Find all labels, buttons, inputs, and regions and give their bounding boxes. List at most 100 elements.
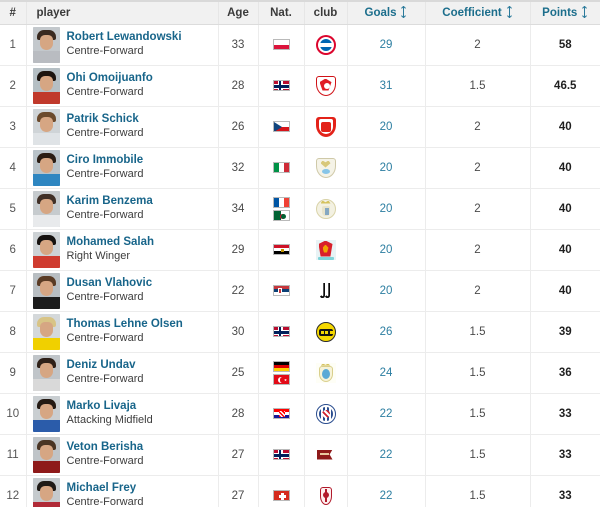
flag-icon — [272, 39, 290, 50]
player-photo — [32, 67, 60, 104]
player-name-link[interactable]: Patrik Schick — [67, 112, 144, 126]
cell-rank: 8 — [0, 311, 27, 353]
table-row[interactable]: 5 Karim Benzema Centre-Forward 34 20 2 40 — [0, 188, 600, 230]
table-row[interactable]: 10 Marko Livaja Attacking Midfield 28 22 1.5 3… — [0, 393, 600, 435]
table-row[interactable]: 6 Mohamed Salah Right Winger 29 20 2 40 — [0, 229, 600, 271]
cell-club[interactable] — [304, 65, 348, 107]
flag-icon — [272, 373, 290, 385]
player-name-link[interactable]: Thomas Lehne Olsen — [67, 317, 183, 331]
cell-nationality — [258, 434, 305, 476]
column-header-nationality: Nat. — [258, 0, 305, 25]
cell-points: 40 — [530, 229, 600, 271]
table-row[interactable]: 12 Michael Frey Centre-Forward 27 22 1.5 33 — [0, 475, 600, 507]
cell-points: 39 — [530, 311, 600, 353]
player-name-link[interactable]: Robert Lewandowski — [67, 30, 182, 44]
player-photo — [32, 395, 60, 432]
cell-goals[interactable]: 31 — [347, 65, 426, 107]
table-row[interactable]: 7 Dusan Vlahovic Centre-Forward 22 20 2 40 — [0, 270, 600, 312]
table-body: 1 Robert Lewandowski Centre-Forward 33 29 2 58… — [0, 24, 600, 507]
sort-updown-icon[interactable] — [506, 5, 513, 18]
sort-updown-icon[interactable] — [581, 5, 588, 18]
player-name-link[interactable]: Mohamed Salah — [67, 235, 155, 249]
cell-rank: 10 — [0, 393, 27, 435]
cell-goals[interactable]: 20 — [347, 147, 426, 189]
player-name-link[interactable]: Dusan Vlahovic — [67, 276, 153, 290]
player-photo — [32, 190, 60, 227]
cell-player: Deniz Undav Centre-Forward — [26, 352, 219, 394]
cell-club[interactable] — [304, 24, 348, 66]
cell-club[interactable] — [304, 270, 348, 312]
cell-club[interactable] — [304, 393, 348, 435]
cell-club[interactable] — [304, 147, 348, 189]
column-header-goals[interactable]: Goals — [347, 0, 426, 25]
player-position: Centre-Forward — [66, 167, 144, 180]
cell-club[interactable] — [304, 434, 348, 476]
player-name-link[interactable]: Deniz Undav — [67, 358, 144, 372]
cell-coefficient: 2 — [425, 24, 531, 66]
table-row[interactable]: 9 Deniz Undav Centre-Forward 25 24 1.5 36 — [0, 352, 600, 394]
cell-goals[interactable]: 24 — [347, 352, 426, 394]
cell-goals[interactable]: 26 — [347, 311, 426, 353]
player-name-link[interactable]: Veton Berisha — [67, 440, 144, 454]
cell-club[interactable] — [304, 475, 348, 507]
player-ranking-table-panel: # player Age Nat. club Goals Coefficient… — [0, 0, 600, 507]
player-photo — [32, 26, 60, 63]
cell-goals[interactable]: 20 — [347, 270, 426, 312]
flag-icon — [272, 121, 290, 132]
column-header-coefficient[interactable]: Coefficient — [425, 0, 531, 25]
cell-goals[interactable]: 29 — [347, 24, 426, 66]
cell-rank: 11 — [0, 434, 27, 476]
table-row[interactable]: 1 Robert Lewandowski Centre-Forward 33 29 2 58 — [0, 24, 600, 66]
cell-goals[interactable]: 20 — [347, 229, 426, 271]
cell-coefficient: 1.5 — [425, 434, 531, 476]
cell-goals[interactable]: 20 — [347, 188, 426, 230]
table-row[interactable]: 8 Thomas Lehne Olsen Centre-Forward 30 26 1.5… — [0, 311, 600, 353]
club-crest-icon — [315, 444, 336, 465]
table-row[interactable]: 4 Ciro Immobile Centre-Forward 32 20 2 40 — [0, 147, 600, 189]
cell-player: Marko Livaja Attacking Midfield — [26, 393, 219, 435]
player-name-link[interactable]: Ciro Immobile — [67, 153, 144, 167]
cell-goals[interactable]: 22 — [347, 434, 426, 476]
table-row[interactable]: 2 Ohi Omoijuanfo Centre-Forward 28 31 1.5 46.5 — [0, 65, 600, 107]
cell-coefficient: 1.5 — [425, 393, 531, 435]
cell-coefficient: 1.5 — [425, 65, 531, 107]
cell-goals[interactable]: 20 — [347, 106, 426, 148]
flag-icon — [272, 162, 290, 173]
player-name-link[interactable]: Marko Livaja — [67, 399, 153, 413]
player-position: Centre-Forward — [66, 208, 144, 221]
cell-age: 33 — [218, 24, 259, 66]
flag-icon — [272, 326, 290, 337]
cell-age: 27 — [218, 434, 259, 476]
cell-coefficient: 2 — [425, 229, 531, 271]
column-header-points-label: Points — [542, 6, 578, 19]
table-row[interactable]: 3 Patrik Schick Centre-Forward 26 20 2 40 — [0, 106, 600, 148]
cell-goals[interactable]: 22 — [347, 393, 426, 435]
cell-coefficient: 2 — [425, 147, 531, 189]
cell-club[interactable] — [304, 106, 348, 148]
cell-player: Ciro Immobile Centre-Forward — [26, 147, 219, 189]
cell-goals[interactable]: 22 — [347, 475, 426, 507]
cell-nationality — [258, 311, 305, 353]
player-position: Centre-Forward — [66, 495, 144, 507]
player-name-link[interactable]: Michael Frey — [67, 481, 144, 495]
sort-updown-icon[interactable] — [400, 5, 407, 18]
column-header-club: club — [304, 0, 348, 25]
column-header-player-label: player — [36, 6, 71, 19]
cell-club[interactable] — [304, 188, 348, 230]
player-name-link[interactable]: Ohi Omoijuanfo — [67, 71, 153, 85]
cell-points: 33 — [530, 434, 600, 476]
player-name-link[interactable]: Karim Benzema — [67, 194, 153, 208]
club-crest-icon — [315, 403, 336, 424]
cell-club[interactable] — [304, 229, 348, 271]
cell-rank: 6 — [0, 229, 27, 271]
cell-age: 28 — [218, 393, 259, 435]
club-crest-icon — [315, 321, 336, 342]
club-crest-icon — [315, 362, 336, 383]
table-row[interactable]: 11 Veton Berisha Centre-Forward 27 22 1.5 33 — [0, 434, 600, 476]
cell-points: 46.5 — [530, 65, 600, 107]
cell-club[interactable] — [304, 352, 348, 394]
column-header-points[interactable]: Points — [530, 0, 600, 25]
cell-coefficient: 2 — [425, 106, 531, 148]
cell-club[interactable] — [304, 311, 348, 353]
cell-points: 33 — [530, 393, 600, 435]
